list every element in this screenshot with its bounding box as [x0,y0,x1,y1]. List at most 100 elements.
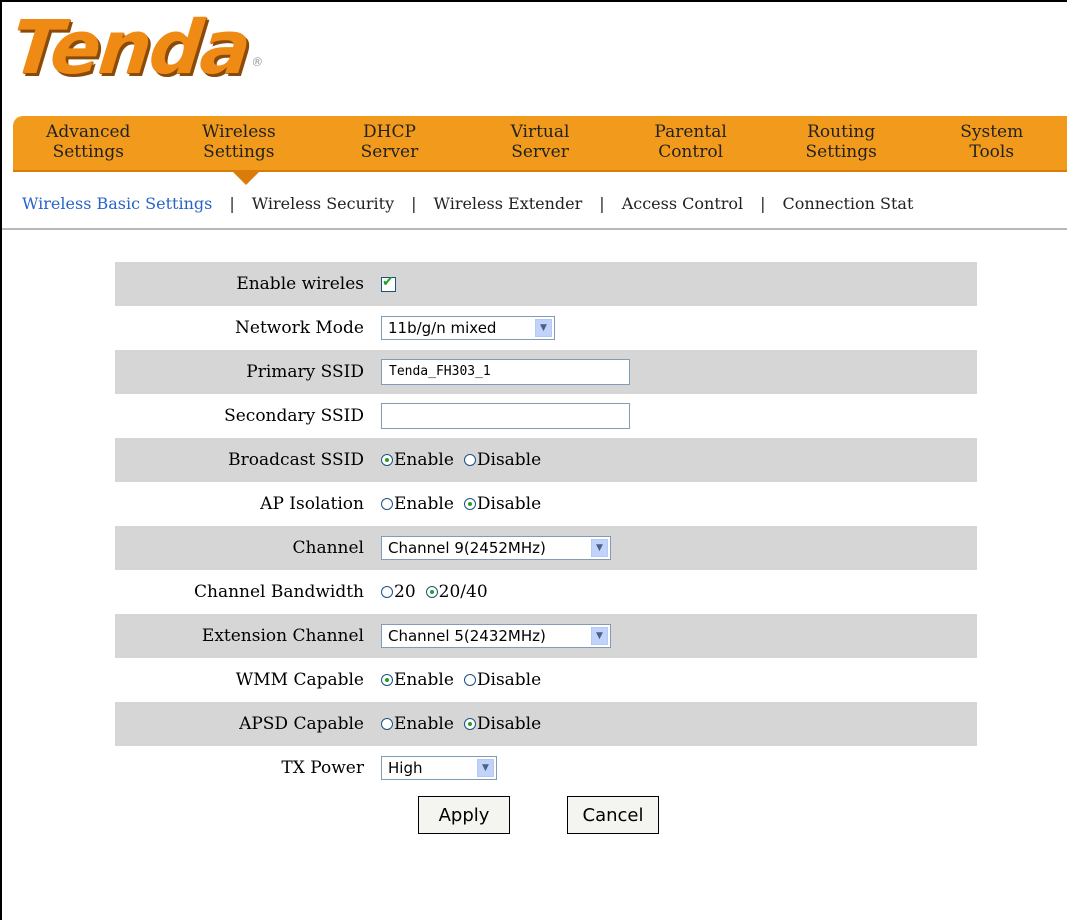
bandwidth-20-option[interactable]: 20 [381,582,416,602]
subnav-wireless-security[interactable]: Wireless Security [252,194,394,213]
option-label: Enable [394,494,454,514]
ap-isolation-label: AP Isolation [260,494,364,514]
nav-parental-control[interactable]: Parental Control [615,116,766,170]
radio-selected-icon [463,718,476,730]
main-nav: Advanced Settings Wireless Settings DHCP… [13,116,1067,172]
ap-isolation-enable-option[interactable]: Enable [381,494,454,514]
enable-wireless-label: Enable wireles [236,274,364,294]
chevron-down-icon: ▼ [591,627,608,645]
row-broadcast-ssid: Broadcast SSID Enable Disable [115,438,977,482]
primary-ssid-label: Primary SSID [246,362,364,382]
chevron-down-icon: ▼ [477,759,494,777]
option-label: Disable [476,450,542,470]
wmm-disable-option[interactable]: Disable [463,670,542,690]
row-enable-wireless: Enable wireles ✔ [115,262,977,306]
nav-label-line2: Control [658,142,724,162]
subnav-wireless-basic-settings[interactable]: Wireless Basic Settings [22,194,212,213]
row-tx-power: TX Power High ▼ [115,746,977,790]
nav-label-line1: Virtual [510,122,570,142]
primary-ssid-input[interactable]: Tenda_FH303_1 [381,359,630,385]
cancel-button[interactable]: Cancel [567,796,659,834]
nav-label-line2: Settings [203,142,275,162]
channel-select[interactable]: Channel 9(2452MHz) ▼ [381,536,611,560]
network-mode-label: Network Mode [235,318,364,338]
subnav-divider [2,228,1067,230]
secondary-ssid-label: Secondary SSID [224,406,364,426]
apsd-capable-label: APSD Capable [239,714,364,734]
secondary-ssid-input[interactable] [381,403,630,429]
nav-label-line2: Settings [805,142,877,162]
subnav-access-control[interactable]: Access Control [622,194,743,213]
row-channel: Channel Channel 9(2452MHz) ▼ [115,526,977,570]
apsd-disable-option[interactable]: Disable [463,714,541,734]
subnav-wireless-extender[interactable]: Wireless Extender [434,194,583,213]
nav-wireless-settings[interactable]: Wireless Settings [164,116,315,170]
row-channel-bandwidth: Channel Bandwidth 20 20/40 [115,570,977,614]
subnav-separator: | [760,194,766,213]
channel-bandwidth-label: Channel Bandwidth [194,582,364,602]
sub-nav: Wireless Basic Settings | Wireless Securit… [22,194,913,213]
extension-channel-select[interactable]: Channel 5(2432MHz) ▼ [381,624,611,648]
tx-power-select[interactable]: High ▼ [381,756,497,780]
row-ap-isolation: AP Isolation Enable Disable [115,482,977,526]
option-label: Enable [394,670,454,690]
broadcast-ssid-label: Broadcast SSID [228,450,364,470]
nav-label-line1: Parental [654,122,727,142]
option-label: 20/40 [438,582,488,602]
nav-virtual-server[interactable]: Virtual Server [465,116,616,170]
radio-unselected-icon [381,498,393,510]
radio-unselected-icon [381,586,393,598]
radio-unselected-icon [463,674,476,686]
broadcast-ssid-enable-option[interactable]: Enable [381,450,454,470]
radio-unselected-icon [381,718,393,730]
apply-button[interactable]: Apply [418,796,510,834]
row-apsd-capable: APSD Capable Enable Disable [115,702,977,746]
tx-power-value: High [388,759,423,777]
nav-label-line2: Server [360,142,419,162]
option-label: Enable [394,714,454,734]
active-tab-pointer [231,170,261,185]
nav-label-line1: Routing [807,122,876,142]
nav-routing-settings[interactable]: Routing Settings [766,116,917,170]
radio-selected-icon [381,674,393,686]
extension-channel-value: Channel 5(2432MHz) [388,627,546,645]
option-label: Enable [394,450,454,470]
row-extension-channel: Extension Channel Channel 5(2432MHz) ▼ [115,614,977,658]
bandwidth-20-40-option[interactable]: 20/40 [425,582,488,602]
option-label: Disable [476,494,542,514]
wmm-enable-option[interactable]: Enable [381,670,454,690]
tenda-logo: Tenda ® [7,5,262,91]
ap-isolation-disable-option[interactable]: Disable [463,494,542,514]
row-secondary-ssid: Secondary SSID [115,394,977,438]
nav-system-tools[interactable]: System Tools [916,116,1067,170]
nav-label-line1: Advanced [46,122,131,142]
subnav-separator: | [229,194,235,213]
channel-label: Channel [292,538,365,558]
option-label: 20 [394,582,416,602]
nav-label-line2: Tools [969,142,1015,162]
network-mode-value: 11b/g/n mixed [388,319,497,337]
subnav-connection-status[interactable]: Connection Stat [783,194,914,213]
apsd-enable-option[interactable]: Enable [381,714,454,734]
wmm-capable-label: WMM Capable [235,670,364,690]
nav-label-line1: DHCP [362,122,416,142]
chevron-down-icon: ▼ [535,319,552,337]
nav-label-line1: System [960,122,1024,142]
row-network-mode: Network Mode 11b/g/n mixed ▼ [115,306,977,350]
check-icon: ✔ [382,273,394,290]
subnav-separator: | [411,194,417,213]
radio-selected-icon [463,498,476,510]
enable-wireless-checkbox[interactable]: ✔ [381,273,396,292]
broadcast-ssid-disable-option[interactable]: Disable [463,450,542,470]
nav-advanced-settings[interactable]: Advanced Settings [13,116,164,170]
chevron-down-icon: ▼ [591,539,608,557]
wireless-basic-settings-form: Enable wireles ✔ Network Mode 11b/g/n mi… [115,262,977,790]
subnav-separator: | [599,194,605,213]
option-label: Disable [476,670,542,690]
nav-label-line2: Server [511,142,569,162]
row-wmm-capable: WMM Capable Enable Disable [115,658,977,702]
row-primary-ssid: Primary SSID Tenda_FH303_1 [115,350,977,394]
radio-selected-icon [381,454,393,466]
network-mode-select[interactable]: 11b/g/n mixed ▼ [381,316,555,340]
nav-dhcp-server[interactable]: DHCP Server [314,116,465,170]
